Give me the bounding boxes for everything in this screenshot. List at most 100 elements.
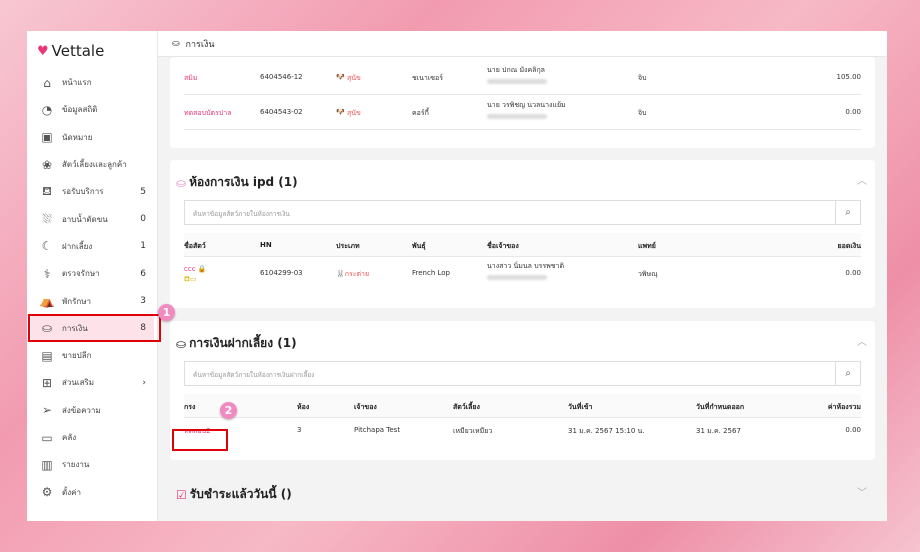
column-header: ค่าห้องรวม — [827, 403, 861, 411]
cell-room: 3 — [297, 426, 302, 434]
ipd-search-input[interactable]: ค้นหาข้อมูลสัตว์ภายในห้องการเงิน ⌕ — [184, 200, 861, 225]
column-header: เจ้าของ — [354, 403, 377, 411]
cell-hn: 6404543-02 — [260, 108, 303, 116]
boarding-title: การเงินฝากเลี้ยง (1) — [189, 336, 297, 350]
gear-icon: ⚙ — [41, 485, 53, 500]
boarding-search-input[interactable]: ค้นหาข้อมูลสัตว์ภายในห้องการเงินฝากเลี้ย… — [184, 361, 861, 386]
column-header: ชื่อเจ้าของ — [487, 242, 519, 250]
cell-amount: 0.00 — [845, 108, 861, 116]
page-header: ⛀ การเงิน — [158, 31, 887, 57]
cell-name[interactable]: ทดสอบบัตรปาล — [184, 109, 232, 117]
sidebar-item-8[interactable]: ⛺ พักรักษา 3 — [27, 287, 158, 314]
column-header: กรง — [184, 403, 196, 411]
cell-vet: วพิษณุ — [638, 270, 658, 278]
sidebar-item-5[interactable]: ⛆ อาบน้ำตัดขน 0 — [27, 205, 158, 232]
column-header: ประเภท — [336, 242, 360, 250]
pet-type-icon: 🐶 — [336, 73, 345, 81]
calendar-icon: ▣ — [41, 130, 53, 145]
cell-owner: นาย ปกณ มังคลิกุล — [487, 66, 545, 74]
sidebar-item-13[interactable]: ▭ คลัง — [27, 424, 158, 451]
paw-icon: ❀ — [41, 157, 53, 172]
heart-logo-icon: ♥ — [37, 43, 49, 59]
sidebar-nav: ⌂ หน้าแรก ◔ ข้อมูลสถิติ ▣ นัดหมาย ❀ สัตว์เลี้ยง… — [27, 69, 158, 506]
cell-name[interactable]: ccc — [184, 265, 196, 273]
dashboard-icon: ◔ — [41, 102, 53, 117]
sidebar-item-3[interactable]: ❀ สัตว์เลี้ยงและลูกค้า — [27, 151, 158, 178]
sidebar-item-count: 6 — [140, 268, 146, 279]
opd-card: สมิม 6404546-12 🐶 สุนัข ชเนาเซอร์ นาย ปกณ มัง… — [170, 57, 875, 148]
cell-hn: 6404546-12 — [260, 73, 303, 81]
cell-breed: French Lop — [412, 269, 450, 277]
cash-register-icon: ▤ — [41, 348, 53, 363]
sidebar-item-label: ส่วนเสริม — [62, 378, 95, 388]
cell-owner: Pitchapa Test — [354, 426, 401, 434]
money-hand-icon: ⛀ — [176, 336, 187, 351]
chart-icon: ▥ — [41, 457, 53, 472]
sidebar-item-6[interactable]: ☾ ฝากเลี้ยง 1 — [27, 233, 158, 260]
cell-amount: 0.00 — [845, 269, 861, 277]
bed-icon: ⛺ — [39, 294, 55, 309]
sidebar-item-1[interactable]: ◔ ข้อมูลสถิติ — [27, 96, 158, 123]
sidebar-item-label: ตั้งค่า — [62, 487, 81, 497]
sidebar-item-7[interactable]: ⚕ ตรวจรักษา 6 — [27, 260, 158, 287]
highlight-box-finance — [28, 314, 161, 342]
sidebar-item-2[interactable]: ▣ นัดหมาย — [27, 124, 158, 151]
chevron-up-icon[interactable]: ︿ — [857, 172, 867, 187]
highlight-box-cage — [172, 429, 228, 451]
paid-today-title: รับชำระแล้ววันนี้ () — [189, 487, 292, 501]
page-title: การเงิน — [185, 39, 215, 50]
cell-owner: นาย วรพิชญ นวลนางแย้ม — [487, 101, 566, 109]
sidebar-item-count: 1 — [140, 241, 146, 252]
column-header: ยอดเงิน — [837, 242, 861, 250]
cell-check_in: 31 ม.ค. 2567 15:10 น. — [568, 427, 645, 435]
search-icon[interactable]: ⌕ — [835, 362, 860, 385]
sidebar-item-15[interactable]: ⚙ ตั้งค่า — [27, 478, 158, 505]
sidebar-item-label: อาบน้ำตัดขน — [62, 214, 108, 224]
search-icon[interactable]: ⌕ — [835, 201, 860, 224]
sidebar-item-4[interactable]: ⛾ รอรับบริการ 5 — [27, 178, 158, 205]
ipd-title: ห้องการเงิน ipd (1) — [189, 175, 298, 189]
sidebar-item-label: พักรักษา — [62, 296, 92, 306]
bed-status-icon: ⛾▭ — [184, 275, 197, 283]
sidebar-item-label: นัดหมาย — [62, 132, 93, 142]
archive-icon: ▭ — [41, 430, 53, 445]
sidebar-item-12[interactable]: ➢ ส่งข้อความ — [27, 397, 158, 424]
sidebar-item-count: 0 — [140, 214, 146, 225]
cell-name[interactable]: สมิม — [184, 74, 198, 82]
sidebar: ♥ Vettale ⌂ หน้าแรก ◔ ข้อมูลสถิติ ▣ นัดหมาย ❀ สั… — [27, 31, 158, 521]
column-header: วันที่เข้า — [568, 403, 593, 411]
sidebar-item-label: รอรับบริการ — [62, 187, 104, 197]
cell-breed: คอร์กี้ — [412, 109, 429, 117]
blurred-phone — [487, 275, 547, 280]
lock-icon: 🔒 — [197, 265, 207, 273]
receipt-check-icon: ☑ — [176, 487, 187, 502]
table-row[interactable]: สมิม 6404546-12 🐶 สุนัข ชเนาเซอร์ นาย ปกณ มัง… — [184, 61, 861, 95]
pet-type-icon: 🐶 — [336, 108, 345, 116]
sidebar-item-10[interactable]: ▤ ขายปลีก — [27, 342, 158, 369]
blurred-phone — [487, 114, 547, 119]
table-row[interactable]: ทดสอบบัตรปาล 6404543-02 🐶 สุนัข คอร์กี้ นาย ว… — [184, 96, 861, 130]
plus-box-icon: ⊞ — [41, 375, 53, 390]
column-header: วันที่กำหนดออก — [696, 403, 745, 411]
sofa-icon: ⛾ — [42, 183, 52, 198]
cell-vet: จิบ — [638, 74, 647, 82]
sidebar-item-label: ส่งข้อความ — [62, 405, 101, 415]
sidebar-item-label: ตรวจรักษา — [62, 269, 100, 279]
column-header: แพทย์ — [638, 242, 656, 250]
chevron-up-icon[interactable]: ︿ — [857, 333, 867, 348]
chevron-down-icon[interactable]: ﹀ — [857, 484, 867, 499]
boarding-card: ⛀ การเงินฝากเลี้ยง (1) ︿ ค้นหาข้อมูลสัตว์… — [170, 321, 875, 460]
step-badge-2: 2 — [220, 402, 237, 419]
sidebar-item-count: › — [142, 377, 146, 388]
paid-today-section[interactable]: ☑ รับชำระแล้ววันนี้ () ﹀ — [170, 472, 875, 512]
table-row[interactable]: ccc 🔒 ⛾▭ 6104299-03 🐰กระต่าย French Lop น… — [184, 257, 861, 293]
sidebar-item-label: ข้อมูลสถิติ — [62, 105, 98, 115]
sidebar-item-14[interactable]: ▥ รายงาน — [27, 451, 158, 478]
sidebar-item-11[interactable]: ⊞ ส่วนเสริม › — [27, 369, 158, 396]
logo[interactable]: ♥ Vettale — [37, 42, 104, 60]
sidebar-item-0[interactable]: ⌂ หน้าแรก — [27, 69, 158, 96]
sidebar-item-label: รายงาน — [62, 460, 90, 470]
column-header: HN — [260, 241, 272, 249]
moon-icon: ☾ — [41, 239, 53, 254]
table-row[interactable]: ทดสอบ2 3 Pitchapa Test เหมียวเหมียว 31 ม.ค. … — [184, 418, 861, 448]
